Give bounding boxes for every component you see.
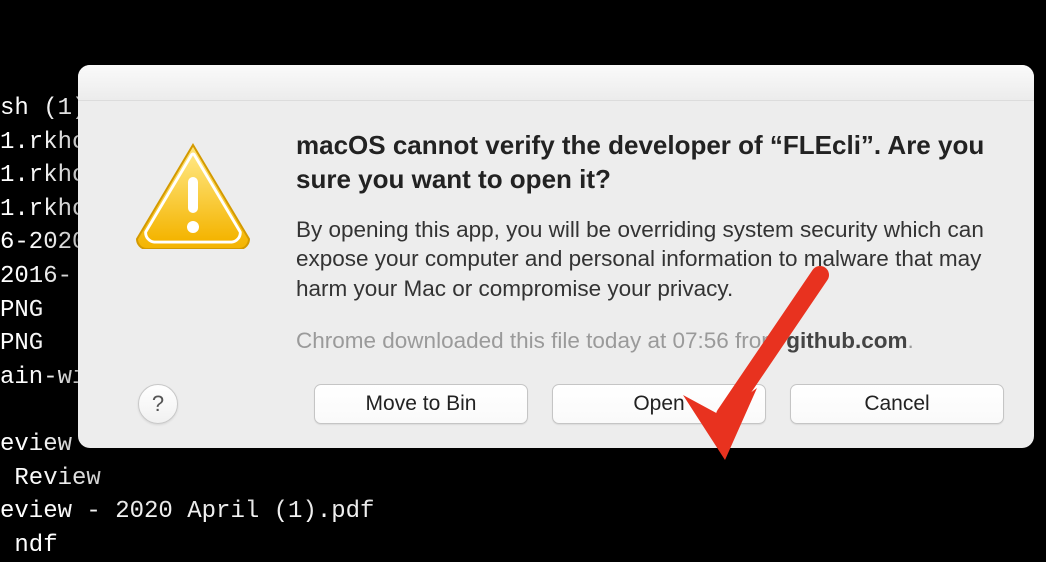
dialog-message: By opening this app, you will be overrid… (296, 215, 994, 304)
source-domain: github.com (786, 328, 907, 353)
help-button[interactable]: ? (138, 384, 178, 424)
cancel-button[interactable]: Cancel (790, 384, 1004, 424)
warning-icon (129, 139, 257, 249)
source-suffix: . (908, 328, 914, 353)
gatekeeper-dialog: macOS cannot verify the developer of “FL… (78, 65, 1034, 448)
move-to-bin-button[interactable]: Move to Bin (314, 384, 528, 424)
open-button[interactable]: Open (552, 384, 766, 424)
dialog-titlebar (78, 65, 1034, 101)
source-prefix: Chrome downloaded this file today at 07:… (296, 328, 786, 353)
dialog-title: macOS cannot verify the developer of “FL… (296, 129, 994, 197)
dialog-source-line: Chrome downloaded this file today at 07:… (296, 326, 994, 356)
